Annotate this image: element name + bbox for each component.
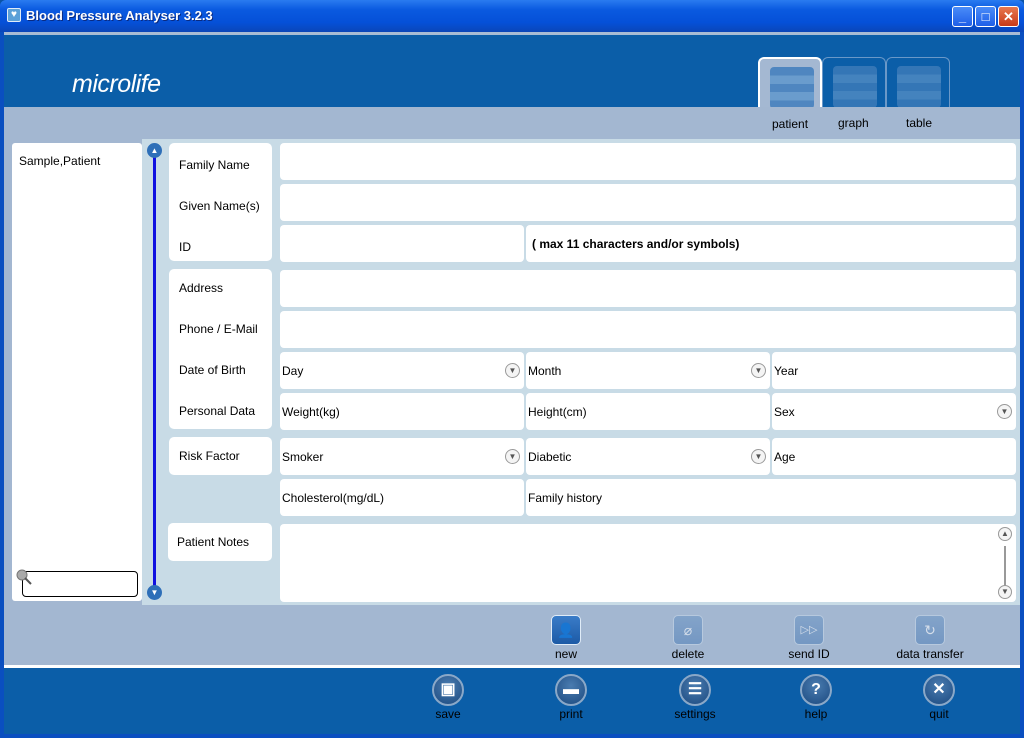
action-bar: 👤 new ⌀ delete ▷▷ send ID ↻ data transfe… <box>4 605 1020 665</box>
notes-scroll-up-icon[interactable]: ▲ <box>998 527 1012 541</box>
data-transfer-button[interactable]: ↻ data transfer <box>885 615 975 661</box>
close-button[interactable]: ✕ <box>998 6 1019 27</box>
height-input[interactable]: Height(cm) <box>526 393 770 430</box>
send-id-button[interactable]: ▷▷ send ID <box>764 615 854 661</box>
patient-notes-textarea[interactable]: ▲ ▼ <box>280 524 1016 602</box>
tab-patient[interactable] <box>758 57 822 110</box>
weight-input[interactable]: Weight(kg) <box>280 393 524 430</box>
smoker-select[interactable]: Smoker ▼ <box>280 438 524 475</box>
patient-icon <box>770 67 814 109</box>
scroll-up-icon[interactable]: ▲ <box>147 143 162 158</box>
dob-day-select[interactable]: Day ▼ <box>280 352 524 389</box>
settings-button[interactable]: ☰ settings <box>655 674 735 721</box>
delete-patient-icon: ⌀ <box>673 615 703 645</box>
patient-form: Family Name Given Name(s) ID Address Pho… <box>164 139 1020 605</box>
dropdown-arrow-icon[interactable]: ▼ <box>505 362 520 378</box>
id-input[interactable] <box>280 225 524 262</box>
app-icon: ♥ <box>7 8 21 22</box>
age-input[interactable]: Age <box>772 438 1016 475</box>
notes-scroll-down-icon[interactable]: ▼ <box>998 585 1012 599</box>
app-window: ♥ Blood Pressure Analyser 3.2.3 _ □ ✕ mi… <box>0 0 1024 738</box>
window-title: Blood Pressure Analyser 3.2.3 <box>26 8 213 23</box>
client-area: microlife patient graph table Sample,Pat… <box>4 32 1020 734</box>
patient-search-input[interactable] <box>22 571 138 597</box>
family-name-input[interactable] <box>280 143 1016 180</box>
date-of-birth-label: Date of Birth <box>179 363 246 377</box>
dropdown-arrow-icon[interactable]: ▼ <box>751 362 766 378</box>
new-patient-button[interactable]: 👤 new <box>521 615 611 661</box>
given-names-label: Given Name(s) <box>179 199 260 213</box>
search-icon <box>16 569 32 585</box>
dropdown-arrow-icon[interactable]: ▼ <box>751 448 766 464</box>
dropdown-arrow-icon[interactable]: ▼ <box>997 403 1012 419</box>
scroll-down-icon[interactable]: ▼ <box>147 585 162 600</box>
sex-select[interactable]: Sex ▼ <box>772 393 1016 430</box>
quit-button[interactable]: ✕ quit <box>899 674 979 721</box>
tab-label-table[interactable]: table <box>906 116 932 130</box>
personal-data-label: Personal Data <box>179 404 256 418</box>
print-button[interactable]: ▬ print <box>531 674 611 721</box>
name-id-label-group: Family Name Given Name(s) ID <box>169 143 272 261</box>
patient-notes-label: Patient Notes <box>177 535 250 549</box>
data-transfer-icon: ↻ <box>915 615 945 645</box>
print-icon: ▬ <box>555 674 587 706</box>
settings-icon: ☰ <box>679 674 711 706</box>
help-button[interactable]: ? help <box>776 674 856 721</box>
scroll-track[interactable] <box>153 151 156 591</box>
title-bar: ♥ Blood Pressure Analyser 3.2.3 _ □ ✕ <box>0 0 1024 32</box>
table-icon <box>897 66 941 108</box>
tab-table[interactable] <box>886 57 950 110</box>
phone-email-label: Phone / E-Mail <box>179 322 258 336</box>
microlife-logo: microlife <box>72 70 161 98</box>
dropdown-arrow-icon[interactable]: ▼ <box>505 448 520 464</box>
help-icon: ? <box>800 674 832 706</box>
patient-notes-label-group: Patient Notes <box>168 523 272 561</box>
maximize-button[interactable]: □ <box>975 6 996 27</box>
contact-label-group: Address Phone / E-Mail Date of Birth Per… <box>169 269 272 429</box>
given-names-input[interactable] <box>280 184 1016 221</box>
new-patient-icon: 👤 <box>551 615 581 645</box>
delete-patient-button[interactable]: ⌀ delete <box>643 615 733 661</box>
family-name-label: Family Name <box>179 158 250 172</box>
risk-factor-label-group: Risk Factor <box>169 437 272 475</box>
phone-email-input[interactable] <box>280 311 1016 348</box>
tab-graph[interactable] <box>822 57 886 110</box>
dob-year-input[interactable]: Year <box>772 352 1016 389</box>
id-hint: ( max 11 characters and/or symbols) <box>526 225 1016 262</box>
address-input[interactable] <box>280 270 1016 307</box>
minimize-button[interactable]: _ <box>952 6 973 27</box>
send-id-icon: ▷▷ <box>794 615 824 645</box>
cholesterol-input[interactable]: Cholesterol(mg/dL) <box>280 479 524 516</box>
patient-list: Sample,Patient <box>12 143 142 601</box>
family-history-input[interactable]: Family history <box>526 479 1016 516</box>
tab-label-patient[interactable]: patient <box>772 117 808 131</box>
graph-icon <box>833 66 877 108</box>
patient-list-item[interactable]: Sample,Patient <box>19 154 100 168</box>
quit-icon: ✕ <box>923 674 955 706</box>
save-icon: ▣ <box>432 674 464 706</box>
notes-scroll-track[interactable] <box>1004 546 1006 590</box>
bottom-toolbar: ▣ save ▬ print ☰ settings ? help ✕ quit <box>4 668 1020 734</box>
save-button[interactable]: ▣ save <box>408 674 488 721</box>
header: microlife <box>4 32 1020 110</box>
id-label: ID <box>179 240 191 254</box>
diabetic-select[interactable]: Diabetic ▼ <box>526 438 770 475</box>
risk-factor-label: Risk Factor <box>179 449 240 463</box>
dob-month-select[interactable]: Month ▼ <box>526 352 770 389</box>
address-label: Address <box>179 281 224 295</box>
tab-label-graph[interactable]: graph <box>838 116 869 130</box>
